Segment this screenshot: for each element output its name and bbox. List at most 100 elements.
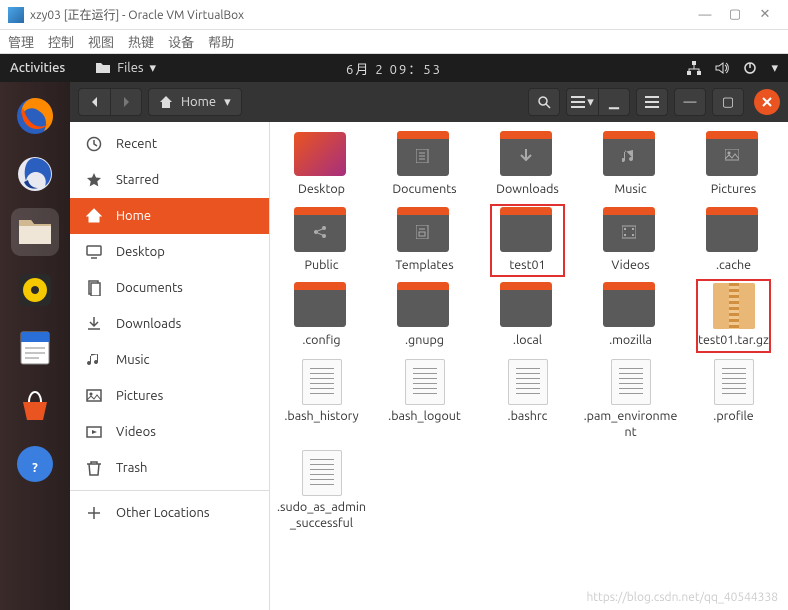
folder-icon: [500, 208, 556, 254]
activities-button[interactable]: Activities: [10, 61, 65, 75]
back-button[interactable]: [78, 88, 110, 116]
file-label: Documents: [388, 182, 460, 198]
sidebar-item-label: Desktop: [116, 245, 165, 259]
file-item[interactable]: .config: [270, 283, 373, 349]
file-item[interactable]: .bash_logout: [373, 359, 476, 440]
minimize-button[interactable]: —: [690, 5, 720, 25]
maximize-button[interactable]: ▢: [720, 5, 750, 25]
folder-icon: [95, 61, 111, 75]
sidebar-other-locations[interactable]: Other Locations: [70, 495, 269, 531]
file-label: Pictures: [707, 182, 760, 198]
dock-firefox[interactable]: [11, 92, 59, 140]
gnome-top-bar: Activities Files ▾ 6月 2 09：53 ▾: [0, 54, 788, 82]
view-toggle-button[interactable]: ▾: [566, 88, 598, 116]
menu-help[interactable]: 帮助: [208, 32, 234, 51]
file-item[interactable]: Downloads: [476, 132, 579, 198]
file-item[interactable]: .bashrc: [476, 359, 579, 440]
close-button[interactable]: ✕: [750, 5, 780, 25]
file-item[interactable]: test01: [476, 208, 579, 274]
text-icon: [706, 359, 762, 405]
file-item[interactable]: Desktop: [270, 132, 373, 198]
sidebar: Recent Starred Home Desktop Documents Downloa…: [70, 122, 270, 610]
file-label: Downloads: [492, 182, 563, 198]
file-label: test01.tar.gz: [694, 333, 773, 349]
sidebar-item-label: Other Locations: [116, 506, 210, 520]
chevron-down-icon: ▾: [150, 61, 157, 76]
file-label: .profile: [709, 409, 757, 425]
file-item[interactable]: .sudo_as_admin_successful: [270, 450, 373, 531]
file-item[interactable]: .profile: [682, 359, 785, 440]
datetime[interactable]: 6月 2 09：53: [346, 59, 442, 78]
text-icon: [294, 450, 350, 496]
file-item[interactable]: .bash_history: [270, 359, 373, 440]
sidebar-item-pictures[interactable]: Pictures: [70, 378, 269, 414]
maximize-button[interactable]: ▢: [712, 88, 744, 116]
network-icon: [687, 61, 701, 75]
folder-icon: [294, 283, 350, 329]
sidebar-item-videos[interactable]: Videos: [70, 414, 269, 450]
file-item[interactable]: Videos: [579, 208, 682, 274]
sidebar-item-desktop[interactable]: Desktop: [70, 234, 269, 270]
file-item[interactable]: .mozilla: [579, 283, 682, 349]
folder-icon: [706, 132, 762, 178]
sidebar-item-documents[interactable]: Documents: [70, 270, 269, 306]
folder-icon: [294, 208, 350, 254]
file-item[interactable]: Documents: [373, 132, 476, 198]
sidebar-item-recent[interactable]: Recent: [70, 126, 269, 162]
file-label: .cache: [712, 258, 755, 274]
dock-writer[interactable]: [11, 324, 59, 372]
file-item[interactable]: .cache: [682, 208, 785, 274]
sidebar-item-label: Downloads: [116, 317, 181, 331]
file-grid[interactable]: Desktop Documents Downloads Music Pictures Pu…: [270, 122, 788, 610]
file-item[interactable]: .pam_environment: [579, 359, 682, 440]
file-label: Templates: [391, 258, 457, 274]
sidebar-item-home[interactable]: Home: [70, 198, 269, 234]
hamburger-menu-button[interactable]: [636, 88, 668, 116]
file-item[interactable]: test01.tar.gz: [682, 283, 785, 349]
close-button[interactable]: [754, 89, 780, 115]
menu-manage[interactable]: 管理: [8, 32, 34, 51]
files-header: Home ▾ ▾ ▁ — ▢: [70, 82, 788, 122]
sidebar-item-downloads[interactable]: Downloads: [70, 306, 269, 342]
search-button[interactable]: [528, 88, 560, 116]
app-menu[interactable]: Files ▾: [95, 61, 156, 76]
sidebar-item-label: Videos: [116, 425, 156, 439]
sidebar-item-label: Documents: [116, 281, 183, 295]
dock-software[interactable]: [11, 382, 59, 430]
folder-icon: [500, 283, 556, 329]
menu-control[interactable]: 控制: [48, 32, 74, 51]
sidebar-item-label: Trash: [116, 461, 147, 475]
folder-icon: [397, 132, 453, 178]
view-options-button[interactable]: ▁: [598, 88, 630, 116]
minimize-button[interactable]: —: [674, 88, 706, 116]
home-icon: [159, 95, 173, 109]
file-item[interactable]: Templates: [373, 208, 476, 274]
file-item[interactable]: Pictures: [682, 132, 785, 198]
virtualbox-icon: [8, 7, 24, 23]
volume-icon: [715, 61, 729, 75]
dock-help[interactable]: ?: [11, 440, 59, 488]
path-bar[interactable]: Home ▾: [148, 88, 242, 116]
folder-icon: [397, 208, 453, 254]
sidebar-item-starred[interactable]: Starred: [70, 162, 269, 198]
file-item[interactable]: .local: [476, 283, 579, 349]
virtualbox-menu: 管理 控制 视图 热键 设备 帮助: [0, 30, 788, 54]
dock-files[interactable]: [11, 208, 59, 256]
sidebar-item-label: Starred: [116, 173, 159, 187]
sidebar-item-music[interactable]: Music: [70, 342, 269, 378]
file-label: .bash_history: [280, 409, 362, 425]
menu-view[interactable]: 视图: [88, 32, 114, 51]
system-tray[interactable]: ▾: [687, 61, 778, 76]
file-item[interactable]: Music: [579, 132, 682, 198]
file-item[interactable]: Public: [270, 208, 373, 274]
dock-rhythmbox[interactable]: [11, 266, 59, 314]
menu-devices[interactable]: 设备: [168, 32, 194, 51]
file-item[interactable]: .gnupg: [373, 283, 476, 349]
sidebar-item-trash[interactable]: Trash: [70, 450, 269, 486]
sidebar-item-label: Home: [116, 209, 151, 223]
forward-button[interactable]: [110, 88, 142, 116]
watermark: https://blog.csdn.net/qq_40544338: [586, 591, 778, 604]
menu-hotkey[interactable]: 热键: [128, 32, 154, 51]
file-label: .mozilla: [605, 333, 656, 349]
dock-thunderbird[interactable]: [11, 150, 59, 198]
